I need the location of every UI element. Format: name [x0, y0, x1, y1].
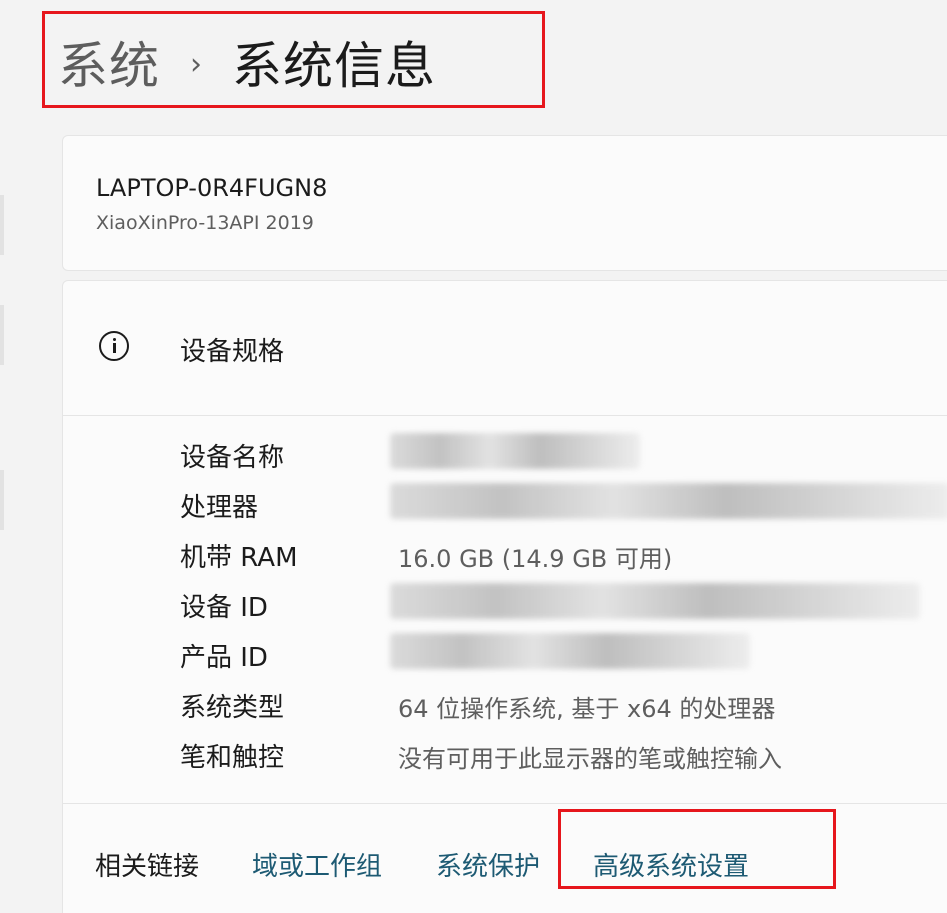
related-links-label: 相关链接 [95, 852, 200, 882]
spec-label: 系统类型 [180, 693, 285, 723]
spec-label: 处理器 [180, 493, 259, 523]
spec-row-device-name: 设备名称 [180, 431, 947, 481]
spec-row-product-id: 产品 ID [180, 631, 947, 681]
window-edge [0, 305, 4, 365]
device-model: XiaoXinPro-13API 2019 [96, 212, 314, 234]
spec-row-processor: 处理器 [180, 481, 947, 531]
breadcrumb-parent[interactable]: 系统 [58, 26, 160, 98]
redacted-value [390, 583, 920, 619]
spec-row-device-id: 设备 ID [180, 581, 947, 631]
related-links-bar: 相关链接 域或工作组 系统保护 高级系统设置 [63, 803, 947, 913]
redacted-value [390, 633, 750, 669]
redacted-value [390, 433, 640, 469]
spec-value: 没有可用于此显示器的笔或触控输入 [398, 745, 782, 773]
spec-label: 产品 ID [180, 643, 268, 673]
window-edge [0, 470, 4, 530]
page-title: 系统信息 [232, 37, 436, 95]
chevron-right-icon: › [190, 46, 202, 82]
spec-value: 16.0 GB (14.9 GB 可用) [398, 545, 673, 573]
advanced-system-settings-link[interactable]: 高级系统设置 [593, 846, 749, 883]
info-icon [99, 331, 129, 361]
spec-label: 机带 RAM [180, 543, 298, 573]
device-specs-header[interactable]: 设备规格 [63, 281, 947, 416]
spec-row-system-type: 系统类型 64 位操作系统, 基于 x64 的处理器 [180, 681, 947, 731]
spec-list: 设备名称 处理器 机带 RAM 16.0 GB (14.9 GB 可用) 设备 … [180, 431, 947, 781]
spec-value: 64 位操作系统, 基于 x64 的处理器 [398, 695, 776, 723]
device-card: LAPTOP-0R4FUGN8 XiaoXinPro-13API 2019 [62, 135, 947, 271]
domain-workgroup-link[interactable]: 域或工作组 [252, 846, 382, 883]
device-specs-card: 设备规格 设备名称 处理器 机带 RAM 16.0 GB (14.9 GB 可用… [62, 280, 947, 913]
device-name: LAPTOP-0R4FUGN8 [96, 174, 328, 202]
settings-page: 系统 › 系统信息 LAPTOP-0R4FUGN8 XiaoXinPro-13A… [0, 0, 947, 913]
redacted-value [390, 483, 947, 519]
spec-label: 设备 ID [180, 593, 268, 623]
window-edge [0, 195, 4, 255]
device-specs-title: 设备规格 [180, 337, 285, 367]
spec-label: 笔和触控 [180, 743, 285, 773]
spec-label: 设备名称 [180, 443, 285, 473]
system-protection-link[interactable]: 系统保护 [436, 846, 540, 883]
spec-row-ram: 机带 RAM 16.0 GB (14.9 GB 可用) [180, 531, 947, 581]
spec-row-pen-touch: 笔和触控 没有可用于此显示器的笔或触控输入 [180, 731, 947, 781]
breadcrumb: 系统 › 系统信息 [58, 22, 436, 102]
